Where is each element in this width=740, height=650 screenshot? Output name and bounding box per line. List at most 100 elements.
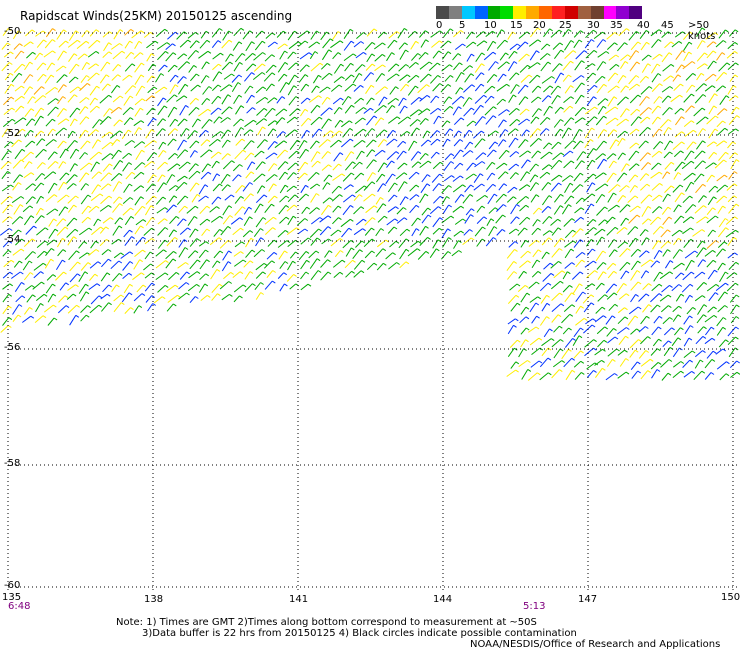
wind-barb-tick xyxy=(506,61,510,65)
wind-barb-tick xyxy=(681,64,685,68)
wind-vector xyxy=(90,161,98,172)
wind-barb-tick xyxy=(138,127,142,131)
wind-barb-tick xyxy=(659,271,663,275)
wind-vector xyxy=(597,271,604,280)
wind-barb-tick xyxy=(20,271,24,275)
wind-vector xyxy=(541,76,552,84)
wind-barb-tick xyxy=(613,96,618,100)
wind-barb-tick xyxy=(370,84,375,88)
wind-vector xyxy=(631,370,639,379)
wind-barb-tick xyxy=(537,39,542,43)
wind-vector xyxy=(278,250,285,260)
wind-vector xyxy=(553,325,560,333)
wind-barb-tick xyxy=(658,128,663,132)
wind-vector xyxy=(178,282,187,290)
wind-barb-tick xyxy=(153,86,158,90)
wind-barb-tick xyxy=(458,250,462,253)
wind-vector xyxy=(517,285,526,292)
wind-barb-tick xyxy=(450,215,455,219)
wind-barb-tick xyxy=(141,272,145,276)
wind-vector xyxy=(288,96,297,106)
wind-barb-tick xyxy=(42,315,47,319)
wind-vector xyxy=(486,41,494,52)
wind-barb-tick xyxy=(206,39,211,43)
wind-vector xyxy=(2,283,11,290)
wind-vector xyxy=(682,61,693,70)
wind-vector xyxy=(232,174,239,182)
wind-barb-tick xyxy=(660,225,664,229)
wind-barb-tick xyxy=(263,194,268,198)
wind-vector xyxy=(234,127,242,138)
wind-vector xyxy=(617,371,627,379)
wind-vector xyxy=(584,339,594,348)
wind-barb-tick xyxy=(426,84,430,88)
wind-vector xyxy=(169,74,176,83)
wind-vector xyxy=(200,171,209,180)
wind-barb-tick xyxy=(164,64,168,68)
wind-barb-tick xyxy=(462,218,466,222)
wind-barb-tick xyxy=(305,250,310,254)
wind-barb-tick xyxy=(249,85,254,89)
wind-vector xyxy=(79,152,86,160)
wind-vector xyxy=(14,282,22,292)
wind-barb-tick xyxy=(537,372,541,376)
wind-vector xyxy=(674,327,681,336)
wind-barb-tick xyxy=(44,240,49,244)
wind-vector xyxy=(246,107,253,114)
wind-barb-tick xyxy=(314,51,319,54)
wind-vector xyxy=(541,237,550,246)
wind-vector xyxy=(428,62,438,71)
wind-barb-tick xyxy=(194,228,199,232)
wind-barb-tick xyxy=(337,205,342,209)
wind-vector xyxy=(509,339,518,348)
wind-vector xyxy=(232,164,240,172)
wind-barb-tick xyxy=(363,107,367,110)
wind-vector xyxy=(653,271,661,282)
wind-barb-tick xyxy=(395,151,400,155)
wind-vector xyxy=(297,40,306,47)
wind-vector xyxy=(696,216,706,224)
wind-barb-tick xyxy=(582,291,586,295)
wind-vector xyxy=(13,63,23,73)
wind-barb-tick xyxy=(537,128,541,132)
wind-vector xyxy=(166,237,176,247)
wind-vector xyxy=(310,104,318,114)
wind-vector xyxy=(519,316,527,324)
wind-barb-tick xyxy=(186,127,190,131)
wind-barb-tick xyxy=(725,151,729,155)
wind-vector xyxy=(102,217,111,224)
wind-barb-tick xyxy=(53,304,57,308)
wind-barb-tick xyxy=(260,228,264,231)
wind-vector xyxy=(694,160,703,170)
wind-vector xyxy=(15,295,23,303)
wind-barb-tick xyxy=(591,127,595,131)
wind-barb-tick xyxy=(262,161,266,165)
wind-barb-tick xyxy=(21,85,25,89)
wind-barb-tick xyxy=(592,318,596,322)
wind-vector xyxy=(24,251,34,260)
wind-vector xyxy=(133,259,141,270)
wind-barb-tick xyxy=(140,225,144,229)
wind-vector xyxy=(663,327,672,336)
wind-barb-tick xyxy=(601,236,605,240)
wind-barb-tick xyxy=(337,229,342,233)
wind-vector xyxy=(278,171,286,181)
wind-barb-tick xyxy=(29,306,33,310)
wind-barb-tick xyxy=(460,149,464,153)
wind-vector xyxy=(342,240,352,249)
wind-vector xyxy=(553,270,563,279)
wind-barb-tick xyxy=(549,230,553,234)
wind-vector xyxy=(641,162,649,171)
wind-vector xyxy=(630,270,638,281)
wind-barb-tick xyxy=(450,153,455,157)
wind-vector xyxy=(508,228,517,235)
wind-barb-tick xyxy=(41,138,46,142)
wind-barb-tick xyxy=(154,40,159,44)
wind-vector xyxy=(716,52,723,61)
wind-barb-tick xyxy=(128,74,133,78)
wind-barb-tick xyxy=(273,163,278,166)
wind-barb-tick xyxy=(734,152,738,156)
wind-barb-tick xyxy=(74,163,78,167)
wind-vector xyxy=(12,304,20,315)
wind-barb-tick xyxy=(371,181,376,185)
